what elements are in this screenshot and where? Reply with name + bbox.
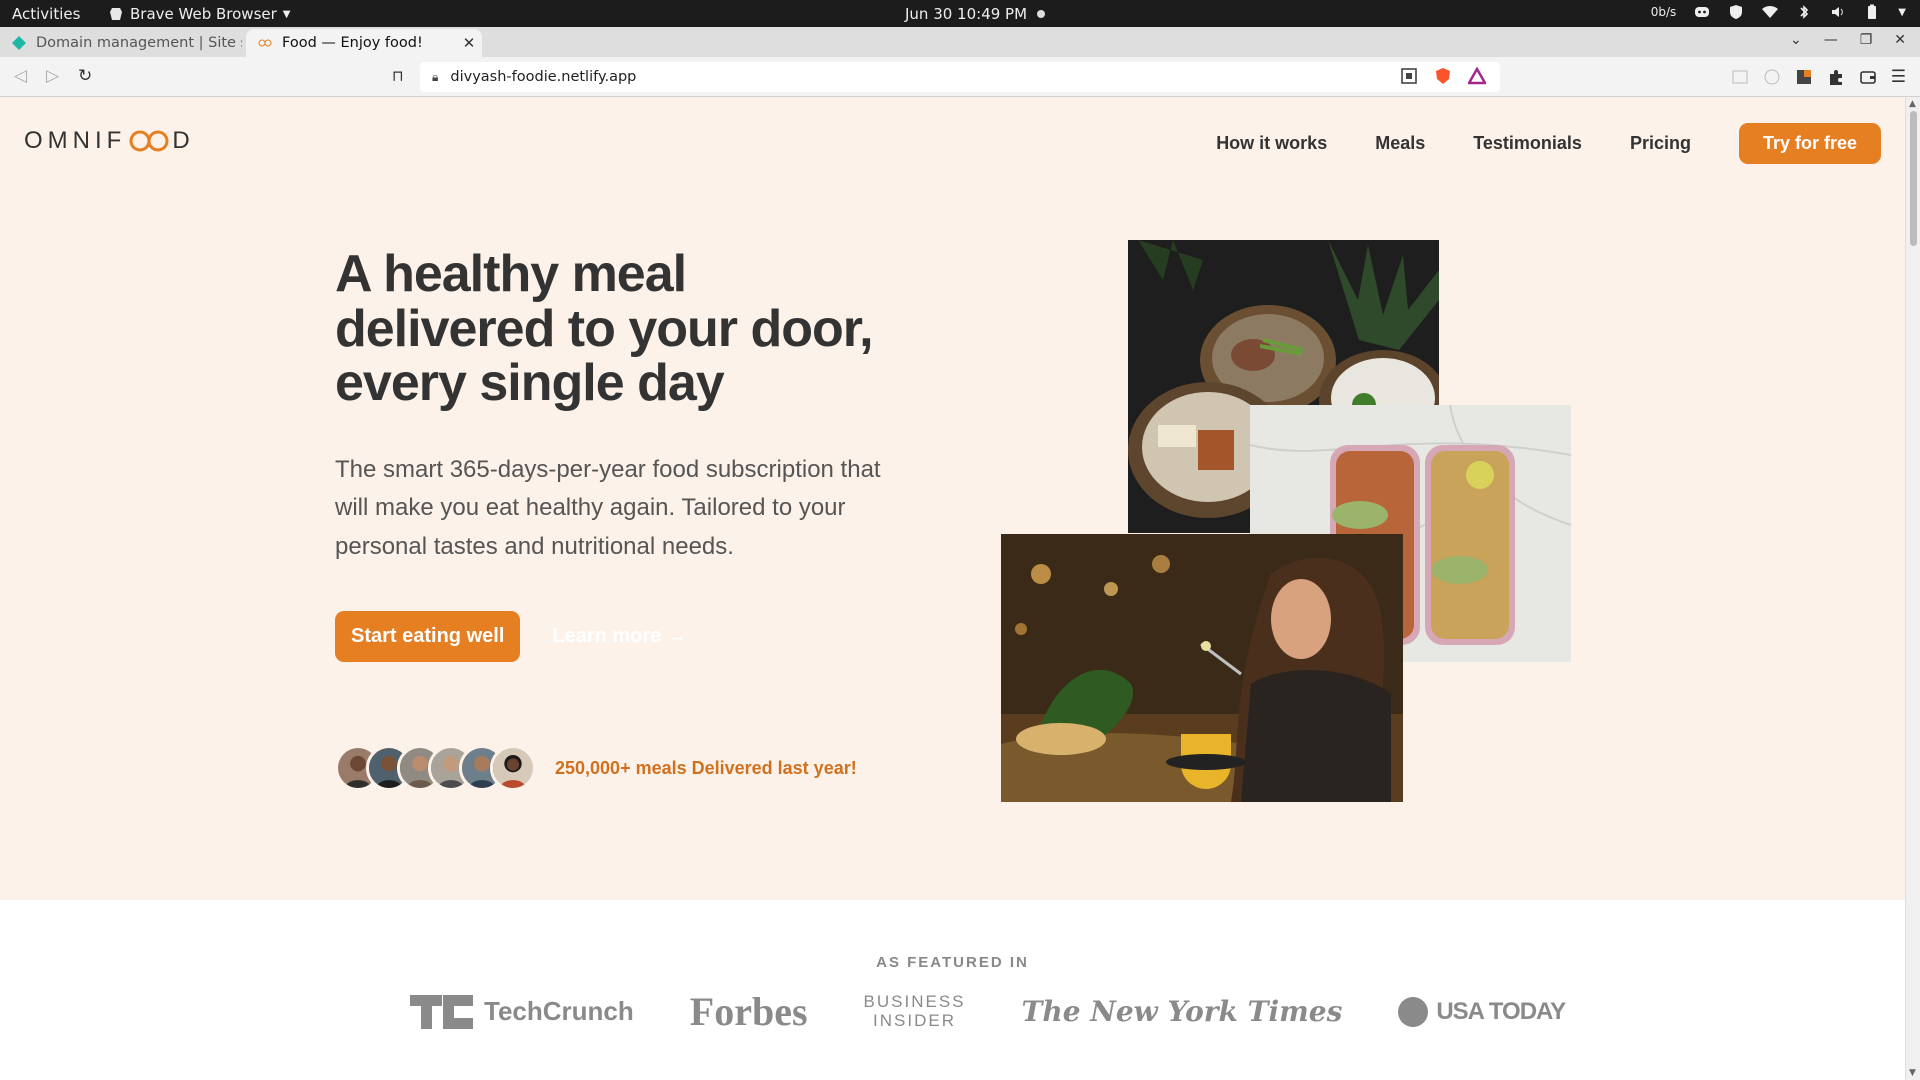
press-logos: TechCrunch Forbes BUSINESS INSIDER The N… <box>410 988 1566 1035</box>
featured-in-title: AS FEATURED IN <box>876 954 1029 971</box>
delivered-count-text: 250,000+ meals Delivered last year! <box>555 757 857 778</box>
logo-text-end: D <box>172 127 195 154</box>
nav-how-it-works[interactable]: How it works <box>1216 133 1327 154</box>
forward-icon[interactable]: ▷ <box>46 66 59 86</box>
url-text: divyash-foodie.netlify.app <box>450 69 637 85</box>
extension-circle-icon[interactable] <box>1763 68 1781 86</box>
brave-shields-icon[interactable] <box>1434 67 1452 85</box>
puzzle-icon[interactable] <box>1827 68 1845 86</box>
customer-avatar <box>490 745 536 791</box>
omnifood-logo[interactable]: OMNIF D <box>24 127 195 155</box>
forbes-logo: Forbes <box>689 989 808 1034</box>
close-window-icon[interactable]: ✕ <box>1894 32 1906 48</box>
business-insider-line1: BUSINESS <box>863 991 966 1011</box>
tab-strip: Domain management | Site se Food — Enjoy… <box>0 27 1920 82</box>
menu-icon[interactable]: ☰ <box>1891 67 1906 87</box>
system-top-bar: Activities Brave Web Browser ▼ Jun 30 10… <box>0 0 1920 27</box>
customer-avatars <box>335 745 536 791</box>
techcrunch-tc-icon <box>410 994 473 1029</box>
learn-more-button[interactable]: Learn more → <box>552 625 686 648</box>
scrollbar-thumb[interactable] <box>1910 111 1917 246</box>
omnifood-favicon-icon <box>258 39 272 47</box>
address-bar[interactable]: 🔒︎ divyash-foodie.netlify.app <box>420 62 1500 92</box>
nav-meals[interactable]: Meals <box>1375 133 1425 154</box>
hero-description: The smart 365-days-per-year food subscri… <box>335 455 881 560</box>
reload-icon[interactable]: ↻ <box>78 66 92 86</box>
logo-infinity-icon <box>129 130 169 152</box>
main-nav: How it works Meals Testimonials Pricing … <box>1216 123 1881 164</box>
nav-pricing[interactable]: Pricing <box>1630 133 1691 154</box>
extension-app-icon[interactable] <box>1795 68 1813 86</box>
qr-code-icon[interactable] <box>1400 67 1418 85</box>
app-menu-label: Brave Web Browser <box>130 5 277 23</box>
battery-icon <box>1868 4 1877 19</box>
browser-toolbar: ◁ ▷ ↻ ⊓ 🔒︎ divyash-foodie.netlify.app ☰ <box>0 57 1920 97</box>
back-icon[interactable]: ◁ <box>14 66 27 86</box>
usa-today-dot-icon <box>1398 996 1429 1027</box>
featured-in-section: AS FEATURED IN TechCrunch Forbes BUSINES… <box>0 900 1905 1080</box>
start-eating-well-button[interactable]: Start eating well <box>335 611 521 662</box>
delivered-meals: 250,000+ meals Delivered last year! <box>335 745 857 791</box>
wifi-icon <box>1762 5 1779 18</box>
netlify-favicon-icon <box>12 36 26 50</box>
site-header: OMNIF D How it works Meals Testimonials … <box>0 97 1905 193</box>
close-tab-icon[interactable]: ✕ <box>456 34 482 52</box>
techcrunch-logo: TechCrunch <box>410 994 634 1029</box>
nav-testimonials[interactable]: Testimonials <box>1473 133 1582 154</box>
logo-text-start: OMNIF <box>24 127 127 154</box>
app-menu[interactable]: Brave Web Browser ▼ <box>108 5 290 23</box>
wallet-icon[interactable] <box>1859 68 1877 86</box>
net-speed-label: 0b/s <box>1650 5 1677 19</box>
new-york-times-logo: The New York Times <box>1021 995 1343 1028</box>
business-insider-line2: INSIDER <box>873 1010 956 1030</box>
bluetooth-icon <box>1800 5 1809 19</box>
window-controls: ⌄ — ❐ ✕ <box>1790 32 1906 48</box>
page-viewport: OMNIF D How it works Meals Testimonials … <box>0 97 1905 1080</box>
chevron-down-icon: ▼ <box>282 8 291 20</box>
minimize-icon[interactable]: — <box>1824 32 1838 48</box>
power-menu-icon: ▼ <box>1898 6 1906 18</box>
tab-label: Food — Enjoy food! <box>282 35 423 51</box>
business-insider-logo: BUSINESS INSIDER <box>863 991 966 1030</box>
extension-placeholder-icon[interactable] <box>1731 68 1749 86</box>
brave-lion-icon <box>110 8 122 20</box>
volume-icon <box>1832 7 1844 17</box>
clock-label: Jun 30 10:49 PM <box>905 5 1028 23</box>
address-bar-actions <box>1400 67 1486 85</box>
hero-buttons: Start eating well Learn more → <box>335 611 687 662</box>
activities-button[interactable]: Activities <box>12 5 80 23</box>
hero-text: A healthy meal delivered to your door, e… <box>335 247 915 566</box>
discord-icon <box>1695 7 1710 17</box>
scroll-up-icon[interactable]: ▲ <box>1909 99 1916 109</box>
hero-title: A healthy meal delivered to your door, e… <box>335 245 874 413</box>
restore-icon[interactable]: ❐ <box>1860 32 1873 48</box>
toolbar-actions: ☰ <box>1731 67 1906 87</box>
system-tray[interactable]: 0b/s ▼ <box>1651 4 1906 20</box>
tab-label: Domain management | Site se <box>36 35 242 51</box>
usa-today-logo: USA TODAY <box>1398 996 1566 1027</box>
clock[interactable]: Jun 30 10:49 PM <box>905 5 1046 23</box>
shield-icon <box>1730 5 1743 19</box>
scroll-down-icon[interactable]: ▼ <box>1909 1068 1916 1078</box>
lock-icon[interactable]: 🔒︎ <box>432 70 438 85</box>
hero-image-woman-eating <box>1001 534 1403 802</box>
tab-search-icon[interactable]: ⌄ <box>1790 32 1802 48</box>
notification-dot-icon <box>1037 10 1046 18</box>
techcrunch-text: TechCrunch <box>484 996 634 1026</box>
usa-today-text: USA TODAY <box>1436 997 1566 1025</box>
brave-rewards-icon[interactable] <box>1468 67 1486 85</box>
try-for-free-button[interactable]: Try for free <box>1738 123 1881 164</box>
tab-food[interactable]: Food — Enjoy food! ✕ <box>246 29 482 57</box>
tab-domain-management[interactable]: Domain management | Site se <box>0 29 242 57</box>
bookmark-icon[interactable]: ⊓ <box>392 67 404 85</box>
page-scrollbar[interactable]: ▲ ▼ <box>1905 97 1920 1080</box>
